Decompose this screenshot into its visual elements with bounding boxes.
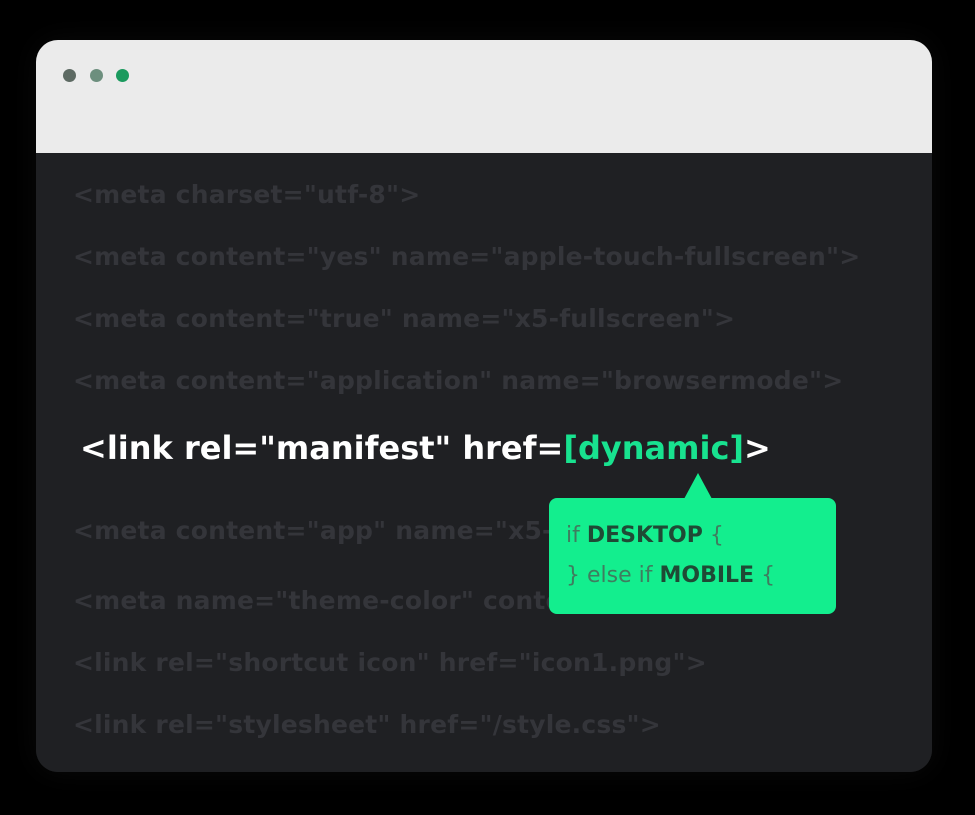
code-editor: <meta charset="utf-8"> <meta content="ye… bbox=[36, 153, 932, 772]
maximize-dot[interactable] bbox=[116, 69, 129, 82]
browser-window: <meta charset="utf-8"> <meta content="ye… bbox=[36, 40, 932, 772]
manifest-suffix: > bbox=[744, 429, 771, 467]
dynamic-tooltip: if DESKTOP { } else if MOBILE { bbox=[549, 473, 836, 614]
minimize-dot[interactable] bbox=[90, 69, 103, 82]
code-line-x5-fullscreen: <meta content="true" name="x5-fullscreen… bbox=[73, 304, 736, 333]
tooltip-mobile-line: } else if MOBILE { bbox=[566, 563, 776, 588]
code-line-shortcut-icon: <link rel="shortcut icon" href="icon1.pn… bbox=[73, 648, 707, 677]
tooltip-desktop-line: if DESKTOP { bbox=[566, 523, 724, 548]
code-line-stylesheet: <link rel="stylesheet" href="/style.css"… bbox=[73, 710, 661, 739]
code-line-browsermode: <meta content="application" name="browse… bbox=[73, 366, 844, 395]
window-titlebar bbox=[36, 40, 932, 153]
manifest-prefix: <link rel="manifest" href= bbox=[80, 429, 564, 467]
code-line-manifest: <link rel="manifest" href=[dynamic]> bbox=[80, 429, 771, 467]
tooltip-arrow bbox=[684, 473, 712, 499]
dynamic-highlight: [dynamic] bbox=[563, 429, 745, 467]
code-line-apple-fullscreen: <meta content="yes" name="apple-touch-fu… bbox=[73, 242, 861, 271]
code-line-charset: <meta charset="utf-8"> bbox=[73, 180, 421, 209]
close-dot[interactable] bbox=[63, 69, 76, 82]
